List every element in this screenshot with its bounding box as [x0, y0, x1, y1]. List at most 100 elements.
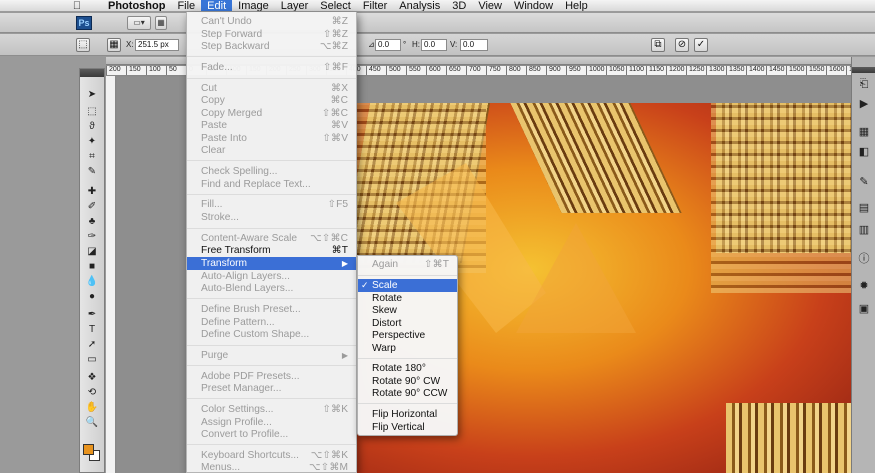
menu-item-transform[interactable]: Transform ▶ [187, 257, 356, 270]
healing-brush-icon[interactable]: ✚ [84, 186, 100, 198]
menu-edit[interactable]: Edit [201, 0, 233, 11]
menu-image[interactable]: Image [232, 0, 275, 11]
transform-submenu: Again ⇧⌘T ✓ Scale Rotate Skew Distort Pers… [357, 255, 458, 436]
ruler-tick-label: 150 [126, 66, 141, 75]
styles-panel-icon[interactable]: ◧ [857, 145, 871, 159]
menu-item-free-transform[interactable]: Free Transform ⌘T [187, 244, 356, 257]
ruler-tick-label: 700 [466, 66, 481, 75]
menu-select[interactable]: Select [314, 0, 357, 11]
screen-mode-button[interactable]: ▭▾ [127, 16, 151, 30]
ruler-tick-label: 200 [106, 66, 121, 75]
eraser-tool-icon[interactable]: ◪ [84, 246, 100, 258]
menu-file[interactable]: File [171, 0, 201, 11]
menu-separator [187, 365, 356, 366]
menu-analysis[interactable]: Analysis [393, 0, 446, 11]
arrange-icon: ▦ [157, 18, 165, 27]
ruler-tick-label: 1600 [826, 66, 845, 75]
menu-view[interactable]: View [472, 0, 508, 11]
h-field[interactable]: 0.0 [421, 39, 447, 51]
ruler-tick-label: 850 [526, 66, 541, 75]
submenu-item-rotate-90-ccw[interactable]: Rotate 90° CCW [358, 387, 457, 400]
tool-preset-icon[interactable]: ⬚ [76, 38, 90, 52]
commit-transform-icon[interactable]: ✓ [694, 38, 708, 52]
ruler-tick-label: 900 [546, 66, 561, 75]
x-label: X: [126, 40, 134, 49]
crop-tool-icon[interactable]: ⌗ [84, 151, 100, 163]
apple-logo-icon[interactable]:  [70, 0, 84, 11]
tools-panel-grip[interactable] [80, 69, 104, 77]
menu-window[interactable]: Window [508, 0, 559, 11]
dodge-tool-icon[interactable]: ● [84, 291, 100, 303]
hand-tool-icon[interactable]: ✋ [84, 402, 100, 414]
ruler-tick-label: 1050 [606, 66, 625, 75]
type-tool-icon[interactable]: T [84, 324, 100, 336]
menu-layer[interactable]: Layer [275, 0, 315, 11]
cancel-transform-icon[interactable]: ⊘ [675, 38, 689, 52]
x-field[interactable]: 251.5 px [135, 39, 179, 51]
submenu-item-warp[interactable]: Warp [358, 342, 457, 355]
actions-panel-icon[interactable]: ▶ [857, 97, 871, 111]
channels-panel-icon[interactable]: ▥ [857, 223, 871, 237]
h-label: H: [412, 40, 420, 49]
path-selection-icon[interactable]: ➚ [84, 339, 100, 351]
menu-item-find-replace: Find and Replace Text... [201, 179, 311, 190]
submenu-item-perspective[interactable]: Perspective [358, 329, 457, 342]
ruler-tick-label: 1000 [586, 66, 605, 75]
menu-item-stroke: Stroke... [201, 212, 239, 223]
menu-item-preset-manager: Preset Manager... [201, 383, 282, 394]
menu-separator [187, 160, 356, 161]
menu-help[interactable]: Help [559, 0, 594, 11]
menu-separator [187, 444, 356, 445]
move-tool-icon[interactable]: ➤ [84, 89, 100, 101]
swatches-panel-icon[interactable]: ▦ [857, 125, 871, 139]
masks-panel-icon[interactable]: ▣ [857, 302, 871, 316]
warp-mode-icon[interactable]: ⧉ [651, 38, 665, 52]
shape-tool-icon[interactable]: ▭ [84, 354, 100, 366]
menu-separator [358, 403, 457, 404]
v-field[interactable]: 0.0 [460, 39, 488, 51]
eyedropper-tool-icon[interactable]: ✎ [84, 166, 100, 178]
submenu-item-flip-vertical[interactable]: Flip Vertical [358, 421, 457, 434]
submenu-item-rotate-180[interactable]: Rotate 180° [358, 362, 457, 375]
3d-orbit-icon[interactable]: ⟲ [84, 387, 100, 399]
magic-wand-icon[interactable]: ✦ [84, 136, 100, 148]
clone-stamp-icon[interactable]: ♣ [84, 216, 100, 228]
lasso-tool-icon[interactable]: ϑ [84, 121, 100, 133]
menu-separator [187, 56, 356, 57]
zoom-tool-icon[interactable]: 🔍 [84, 417, 100, 429]
info-panel-icon[interactable]: ⓘ [857, 252, 871, 266]
menu-item-convert-to-profile: Convert to Profile... [201, 429, 289, 440]
tools-panel: ➤ ⬚ ϑ ✦ ⌗ ✎ ✚ ✐ ♣ ✑ ◪ ■ 💧 ● ✒ T ➚ ▭ ❖ ⟲ … [79, 68, 105, 473]
photoshop-logo: Ps [76, 16, 92, 30]
brushes-panel-icon[interactable]: ✎ [857, 175, 871, 189]
menu-separator [187, 345, 356, 346]
marquee-tool-icon[interactable]: ⬚ [84, 106, 100, 118]
submenu-item-skew[interactable]: Skew [358, 304, 457, 317]
blur-tool-icon[interactable]: 💧 [84, 276, 100, 288]
history-panel-icon[interactable]: ⎗ [857, 77, 871, 91]
menu-separator [187, 78, 356, 79]
submenu-item-flip-horizontal[interactable]: Flip Horizontal [358, 408, 457, 421]
submenu-arrow-icon: ▶ [341, 351, 348, 360]
ruler-tick-label: 1100 [626, 66, 644, 75]
reference-point-icon[interactable]: ▦ [107, 38, 121, 52]
history-brush-icon[interactable]: ✑ [84, 231, 100, 243]
menu-photoshop[interactable]: Photoshop [102, 0, 171, 11]
arrange-documents-button[interactable]: ▦ [155, 16, 167, 30]
adjustments-panel-icon[interactable]: ✹ [857, 279, 871, 293]
submenu-item-again: Again ⇧⌘T [372, 259, 449, 270]
3d-rotate-icon[interactable]: ❖ [84, 372, 100, 384]
angle-field[interactable]: 0.0 [375, 39, 401, 51]
menu-filter[interactable]: Filter [357, 0, 393, 11]
foreground-color-swatch[interactable] [83, 444, 94, 455]
left-workspace-edge [0, 57, 75, 473]
dock-grip[interactable] [852, 67, 875, 73]
layers-panel-icon[interactable]: ▤ [857, 201, 871, 215]
vertical-ruler [106, 76, 116, 473]
submenu-item-scale[interactable]: ✓ Scale [358, 279, 457, 292]
screen-mode-icon: ▭ [133, 18, 141, 27]
gradient-tool-icon[interactable]: ■ [84, 261, 100, 273]
brush-tool-icon[interactable]: ✐ [84, 201, 100, 213]
menu-3d[interactable]: 3D [446, 0, 472, 11]
pen-tool-icon[interactable]: ✒ [84, 309, 100, 321]
